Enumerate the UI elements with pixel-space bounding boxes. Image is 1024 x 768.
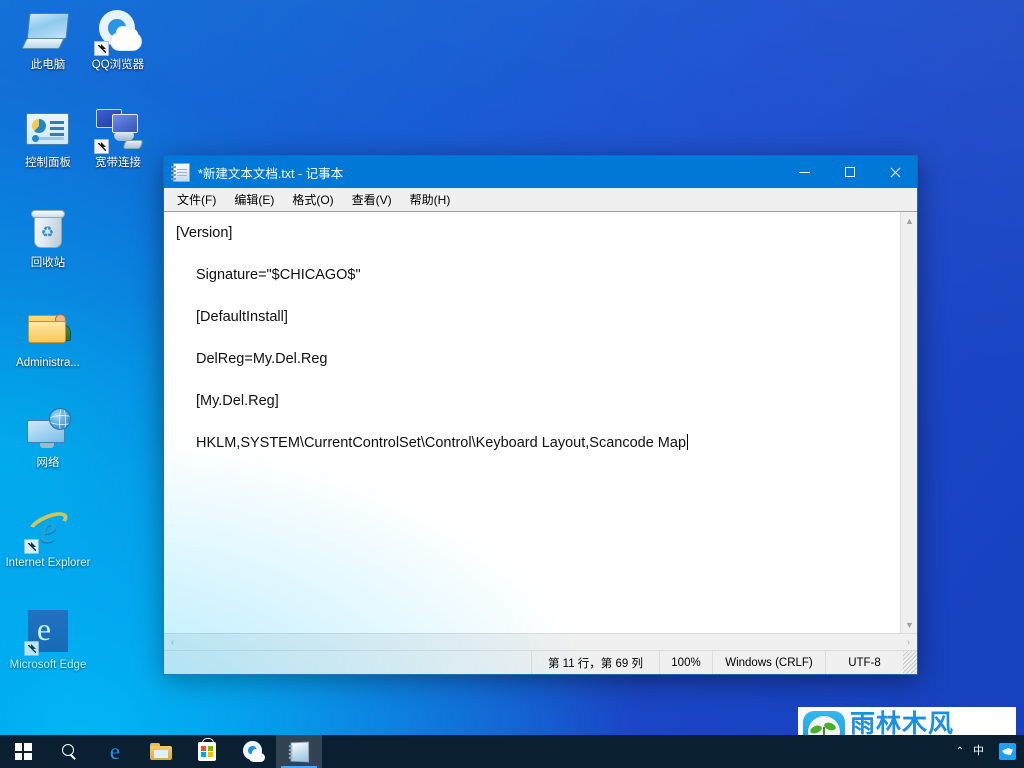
desktop-icon-label: Administra... [16, 357, 80, 369]
text-line: Signature="$CHICAGO$" [196, 267, 361, 283]
desktop-icon-label: 网络 [36, 457, 60, 469]
desktop-icon-control-panel[interactable]: 控制面板 [10, 106, 86, 170]
store-icon [198, 738, 216, 761]
desktop-icon-network[interactable]: 网络 [10, 406, 86, 470]
status-encoding: UTF-8 [825, 651, 903, 674]
system-tray[interactable]: ⌃ 中 [950, 735, 1024, 768]
taskbar-file-explorer[interactable] [138, 735, 184, 768]
tray-app-icon[interactable] [999, 743, 1016, 760]
menu-bar[interactable]: 文件(F) 编辑(E) 格式(O) 查看(V) 帮助(H) [164, 188, 917, 211]
text-line-last: HKLM,SYSTEM\CurrentControlSet\Control\Ke… [176, 430, 894, 472]
desktop-icon-broadband[interactable]: 宽带连接 [80, 106, 156, 170]
status-zoom-level: 100% [659, 651, 712, 674]
text-line: HKLM,SYSTEM\CurrentControlSet\Control\Ke… [196, 435, 687, 451]
desktop-icon-label: QQ浏览器 [91, 59, 145, 71]
desktop-icon-internet-explorer[interactable]: e Internet Explorer [5, 506, 91, 570]
scroll-right-arrow-icon[interactable]: › [900, 634, 917, 651]
shortcut-arrow-icon [24, 641, 39, 656]
text-line: [Version] [176, 225, 233, 241]
desktop-icon-recycle-bin[interactable]: ♻ 回收站 [10, 206, 86, 270]
shortcut-arrow-icon [24, 539, 39, 554]
desktop-icon-this-pc[interactable]: 此电脑 [10, 8, 86, 72]
desktop-icon-label: 回收站 [30, 257, 66, 269]
search-icon [61, 744, 77, 759]
this-pc-icon [21, 8, 72, 56]
taskbar[interactable]: e ⌃ 中 [0, 735, 1024, 768]
tray-ime-icon[interactable]: 中 [973, 743, 990, 760]
desktop-icon-label: 控制面板 [25, 157, 71, 169]
scroll-up-arrow-icon[interactable]: ▲ [901, 212, 918, 229]
minimize-button[interactable] [782, 156, 827, 188]
maximize-icon [844, 167, 855, 177]
broadband-connection-icon [94, 106, 144, 154]
scroll-down-arrow-icon[interactable]: ▼ [901, 616, 918, 633]
desktop-icon-administrator[interactable]: Administra... [5, 306, 91, 370]
search-button[interactable] [46, 735, 92, 768]
taskbar-store[interactable] [184, 735, 230, 768]
qq-browser-icon [94, 8, 142, 56]
text-region[interactable]: [Version] Signature="$CHICAGO$" [Default… [164, 211, 917, 633]
qq-browser-icon [242, 741, 265, 762]
maximize-button[interactable] [827, 156, 872, 188]
notepad-icon [290, 741, 309, 762]
taskbar-edge[interactable]: e [92, 735, 138, 768]
menu-file[interactable]: 文件(F) [168, 188, 225, 211]
notepad-text-area[interactable]: [Version] Signature="$CHICAGO$" [Default… [164, 212, 900, 633]
close-icon [889, 166, 901, 178]
taskbar-notepad[interactable] [276, 735, 322, 768]
internet-explorer-icon: e [24, 506, 72, 554]
text-caret [687, 434, 689, 450]
title-bar[interactable]: *新建文本文档.txt - 记事本 [164, 156, 917, 188]
menu-format[interactable]: 格式(O) [283, 188, 342, 211]
watermark-title: 雨林木风 [850, 709, 955, 738]
start-button[interactable] [0, 735, 46, 768]
menu-view[interactable]: 查看(V) [343, 188, 401, 211]
microsoft-edge-icon: e [109, 739, 121, 764]
chevron-up-icon[interactable]: ⌃ [956, 746, 964, 757]
network-icon [24, 406, 72, 454]
desktop-icon-label: Microsoft Edge [9, 659, 87, 671]
desktop-icon-qq-browser[interactable]: QQ浏览器 [80, 8, 156, 72]
vertical-scrollbar[interactable]: ▲ ▼ [900, 212, 917, 633]
menu-help[interactable]: 帮助(H) [401, 188, 460, 211]
menu-edit[interactable]: 编辑(E) [225, 188, 283, 211]
shortcut-arrow-icon [94, 139, 109, 154]
desktop-icon-label: Internet Explorer [5, 557, 91, 569]
status-cursor-position: 第 11 行，第 69 列 [531, 651, 659, 674]
close-button[interactable] [872, 156, 917, 188]
shortcut-arrow-icon [94, 41, 109, 56]
desktop-icon-label: 此电脑 [30, 59, 66, 71]
horizontal-scrollbar[interactable]: ‹ › [164, 633, 917, 650]
status-bar: 第 11 行，第 69 列 100% Windows (CRLF) UTF-8 [164, 650, 917, 674]
microsoft-edge-icon: e [24, 608, 72, 656]
desktop-icon-label: 宽带连接 [95, 157, 141, 169]
status-line-ending: Windows (CRLF) [712, 651, 825, 674]
notepad-icon [171, 162, 190, 182]
text-line: [DefaultInstall] [196, 309, 288, 325]
recycle-bin-icon: ♻ [24, 206, 72, 254]
window-controls [782, 156, 917, 188]
control-panel-icon [24, 106, 72, 154]
text-line: DelReg=My.Del.Reg [196, 351, 328, 367]
folder-icon [150, 743, 172, 760]
scroll-left-arrow-icon[interactable]: ‹ [164, 634, 181, 651]
user-folder-icon [24, 306, 72, 354]
minimize-icon [799, 171, 810, 173]
text-line: [My.Del.Reg] [196, 393, 279, 409]
windows-logo-icon [14, 743, 32, 760]
desktop-icon-microsoft-edge[interactable]: e Microsoft Edge [5, 608, 91, 672]
status-spacer [164, 651, 531, 674]
notepad-window[interactable]: *新建文本文档.txt - 记事本 文件(F) 编辑(E) 格式(O) 查看(V… [163, 155, 918, 675]
resize-grip-icon[interactable] [903, 651, 917, 674]
window-title: *新建文本文档.txt - 记事本 [198, 166, 344, 181]
taskbar-qq-browser[interactable] [230, 735, 276, 768]
desktop[interactable]: 此电脑 QQ浏览器 控制面板 宽带连接 ♻ 回收站 Administra... … [0, 0, 1024, 768]
